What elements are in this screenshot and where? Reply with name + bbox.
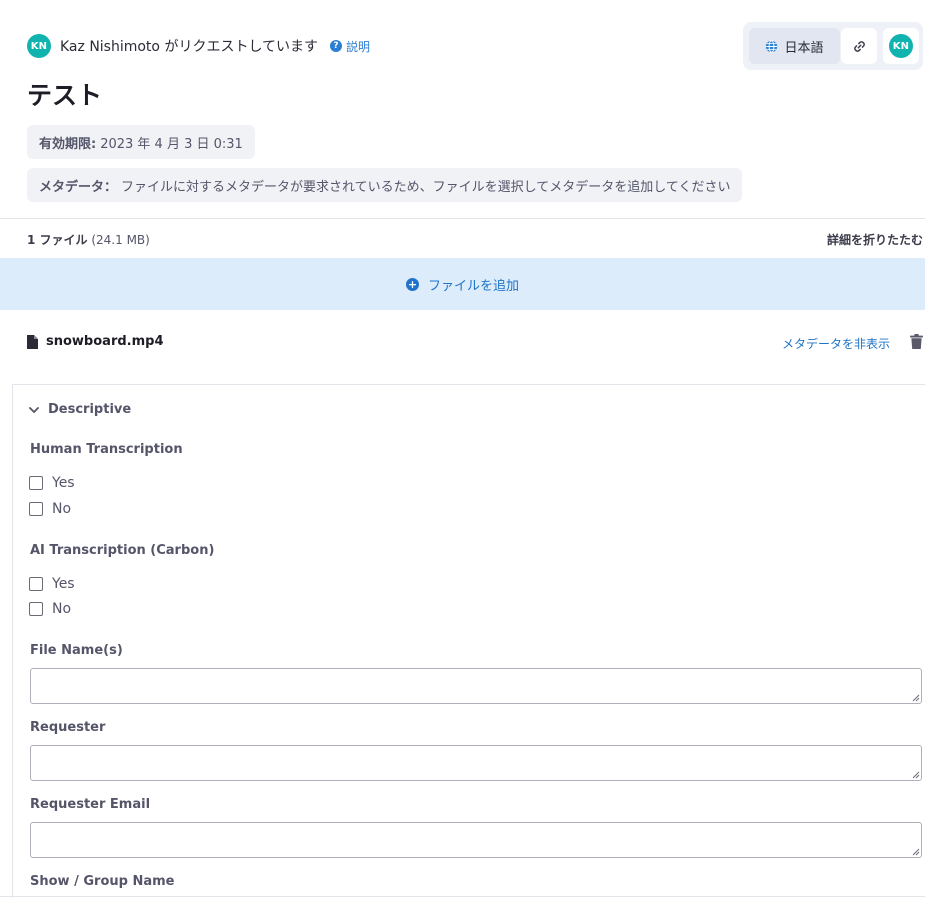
requester-email-textarea[interactable]	[30, 822, 922, 858]
help-link[interactable]: ? 説明	[330, 38, 370, 55]
metadata-notice: メタデータ： ファイルに対するメタデータが要求されているため、ファイルを選択して…	[27, 168, 743, 202]
requester-name: Kaz Nishimoto	[60, 39, 160, 55]
resize-grip-icon	[912, 771, 920, 779]
link-icon	[853, 40, 865, 52]
checkbox-box[interactable]	[29, 602, 43, 616]
checkbox-box[interactable]	[29, 476, 43, 490]
divider	[0, 218, 925, 219]
resize-grip-icon	[912, 848, 920, 856]
file-total-size: (24.1 MB)	[91, 233, 150, 247]
checkbox-box[interactable]	[29, 577, 43, 591]
delete-file-button[interactable]	[910, 334, 923, 353]
resize-grip-icon	[912, 694, 920, 702]
user-avatar: KN	[889, 34, 913, 58]
requester-line: Kaz Nishimoto がリクエストしています	[60, 36, 318, 56]
checkbox-box[interactable]	[29, 502, 43, 516]
plus-circle-icon: +	[405, 277, 419, 291]
field-label-requester-email: Requester Email	[30, 797, 151, 812]
request-text: がリクエストしています	[164, 39, 319, 55]
checkbox-label: No	[52, 501, 72, 517]
metadata-notice-text: ファイルに対するメタデータが要求されているため、ファイルを選択してメタデータを追…	[121, 179, 731, 195]
checkbox-label: Yes	[52, 576, 75, 592]
file-count-label: 1 ファイル	[27, 233, 88, 247]
requester-avatar: KN	[27, 34, 51, 58]
checkbox-label: No	[52, 601, 72, 617]
copy-link-button[interactable]	[841, 28, 877, 64]
metadata-notice-label: メタデータ：	[39, 179, 118, 195]
section-toggle-descriptive[interactable]: Descriptive	[29, 402, 131, 417]
field-label-show-group-name: Show / Group Name	[30, 874, 175, 889]
file-icon	[27, 334, 38, 349]
checkbox-ai-yes[interactable]: Yes	[29, 576, 75, 592]
file-count: 1 ファイル (24.1 MB)	[27, 231, 150, 248]
add-file-button[interactable]: + ファイルを追加	[0, 258, 925, 310]
checkbox-human-no[interactable]: No	[29, 501, 71, 517]
chevron-down-icon	[29, 406, 39, 413]
file-name: snowboard.mp4	[46, 334, 164, 349]
add-file-label: ファイルを追加	[427, 278, 519, 294]
top-actions: 日本語 KN	[743, 22, 923, 70]
user-menu-button[interactable]: KN	[883, 28, 919, 64]
expiry-label: 有効期限:	[39, 136, 97, 152]
divider	[0, 896, 925, 897]
help-label: 説明	[346, 39, 371, 54]
expiry-pill: 有効期限: 2023 年 4 月 3 日 0:31	[27, 125, 255, 159]
trash-icon	[910, 334, 923, 349]
field-label-requester: Requester	[30, 720, 106, 735]
language-button[interactable]: 日本語	[749, 28, 840, 64]
requester-header: KN Kaz Nishimoto がリクエストしています ? 説明	[27, 34, 370, 58]
expiry-value: 2023 年 4 月 3 日 0:31	[100, 136, 243, 152]
page-title: テスト	[27, 81, 103, 110]
collapse-details-link[interactable]: 詳細を折りたたむ	[827, 231, 923, 248]
file-item: snowboard.mp4	[27, 334, 164, 349]
checkbox-ai-no[interactable]: No	[29, 601, 71, 617]
file-names-textarea[interactable]	[30, 668, 922, 704]
globe-icon	[766, 39, 778, 53]
hide-metadata-link[interactable]: メタデータを非表示	[782, 335, 890, 352]
checkbox-label: Yes	[52, 475, 75, 491]
help-icon: ?	[330, 40, 343, 52]
field-label-human-transcription: Human Transcription	[30, 442, 183, 457]
section-title: Descriptive	[48, 402, 132, 417]
requester-textarea[interactable]	[30, 745, 922, 781]
field-label-ai-transcription: AI Transcription (Carbon)	[30, 543, 215, 558]
language-label: 日本語	[784, 40, 824, 56]
metadata-panel: Descriptive Human Transcription Yes No A…	[12, 384, 925, 898]
field-label-file-names: File Name(s)	[30, 643, 123, 658]
checkbox-human-yes[interactable]: Yes	[29, 475, 75, 491]
